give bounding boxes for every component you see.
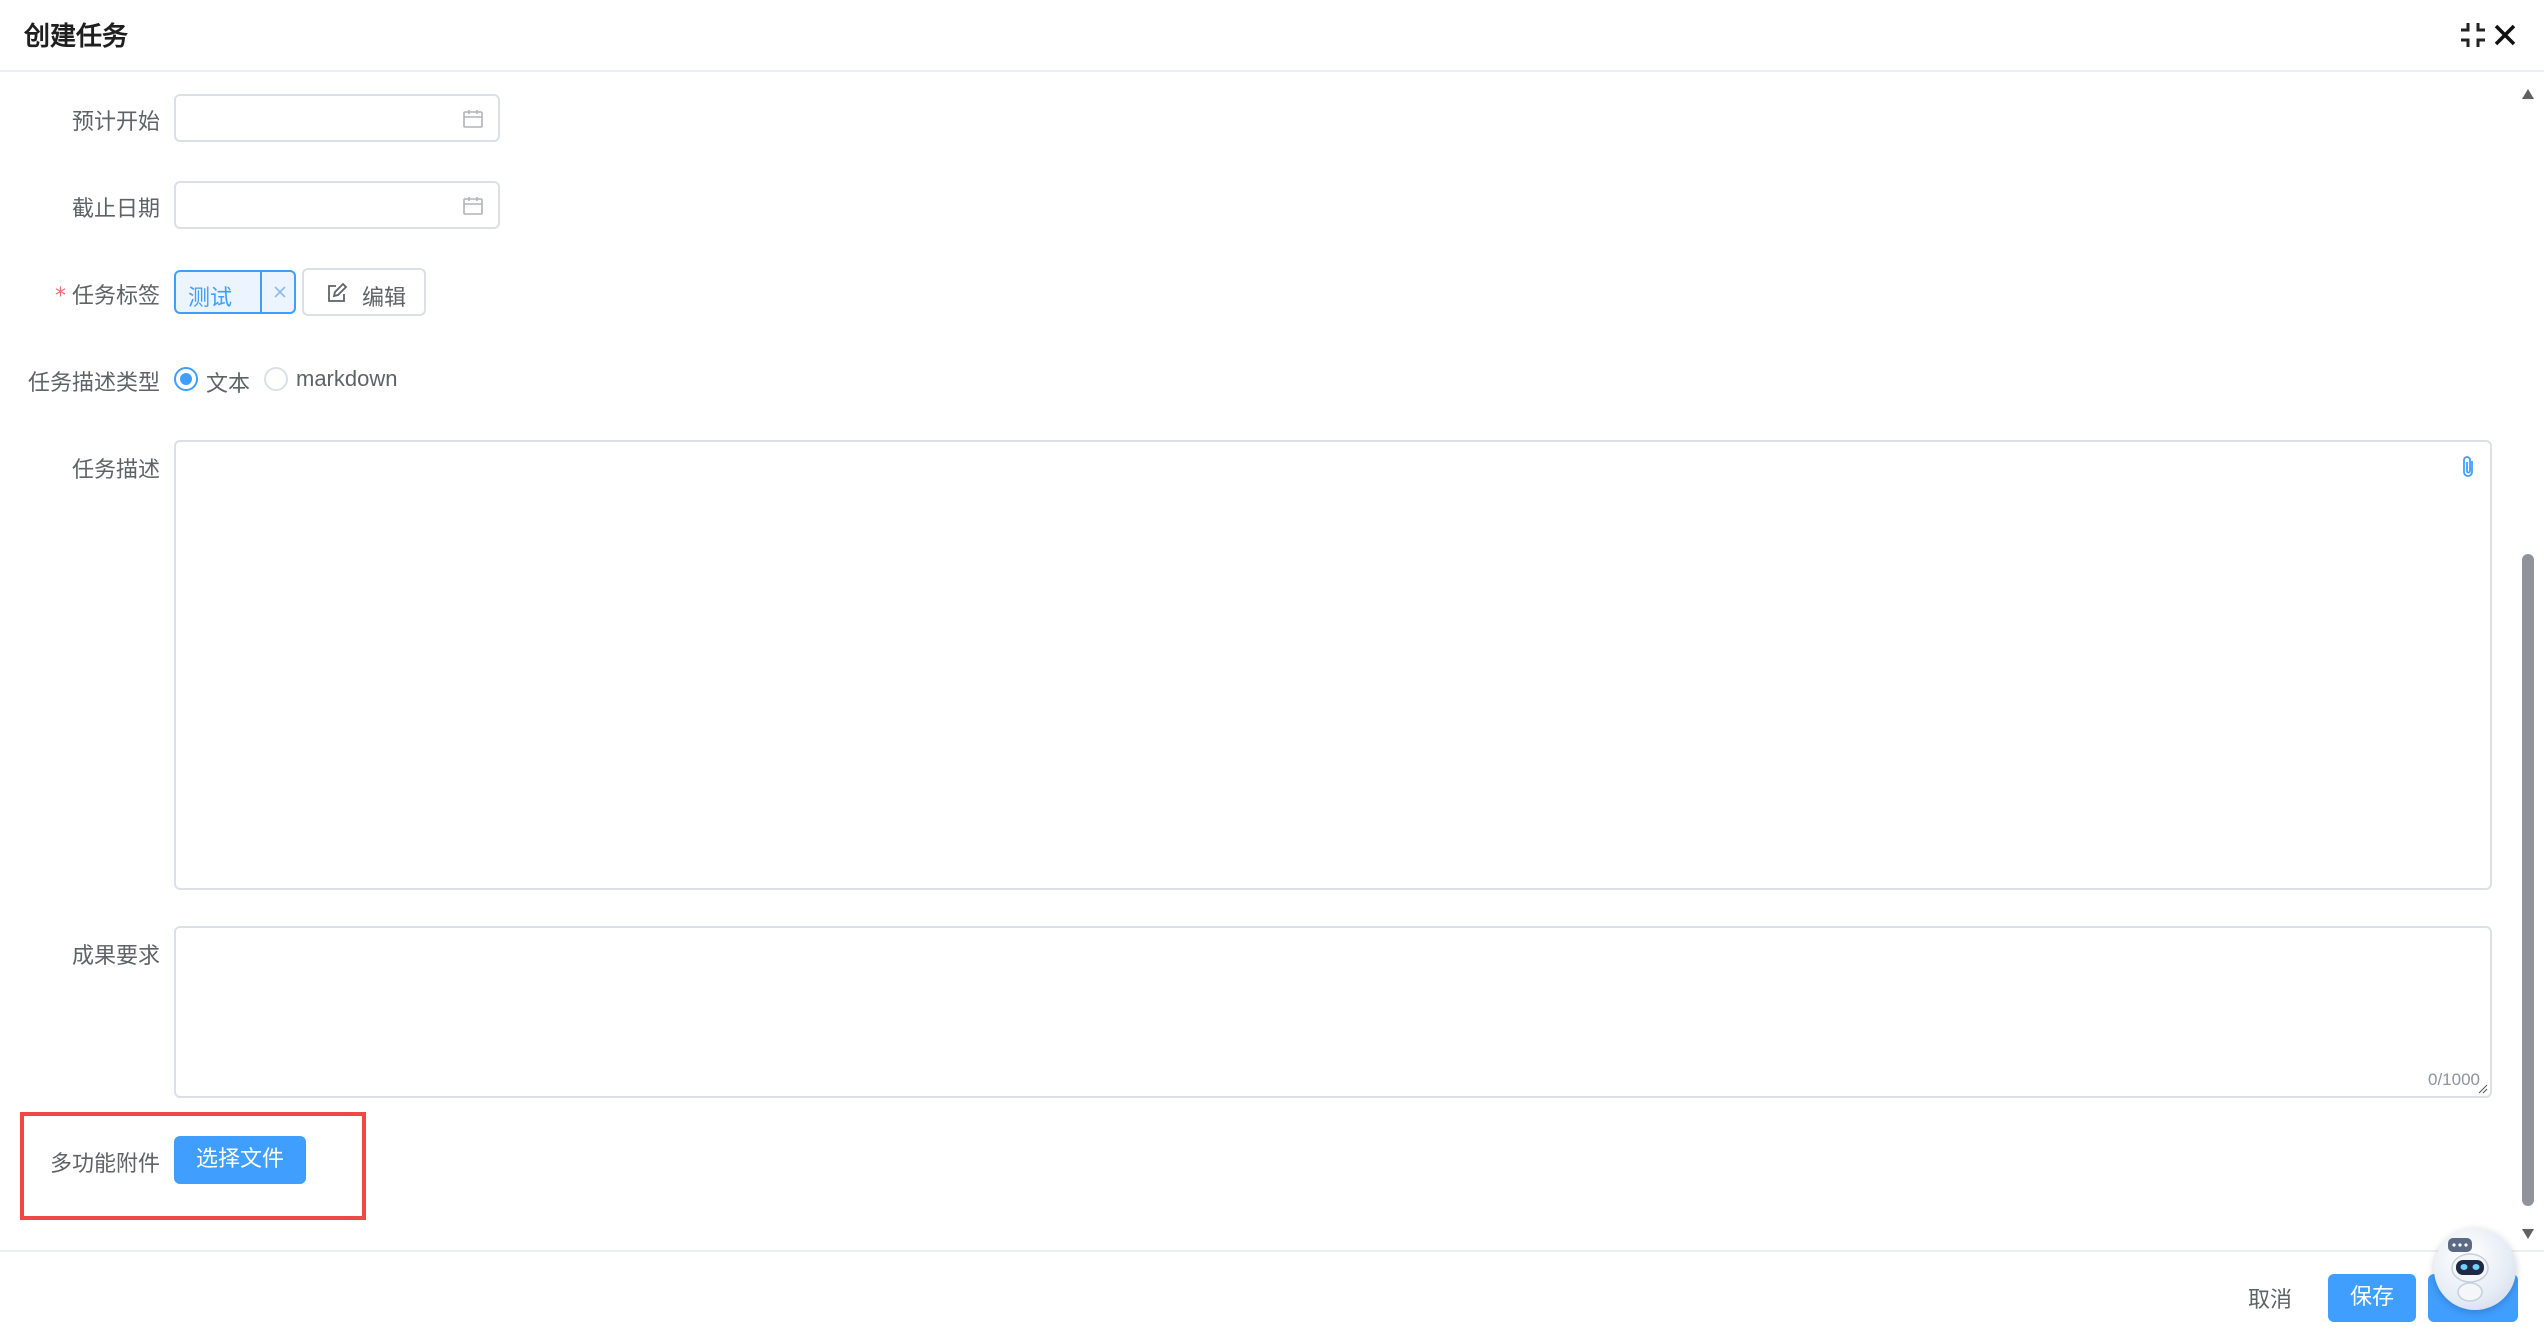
tag-close-icon[interactable] [270, 282, 290, 302]
edit-tags-label: 编辑 [362, 286, 407, 311]
tag-text: 测试 [188, 286, 233, 311]
desc-type-label: 任务描述类型 [27, 371, 160, 396]
task-tags-label: * 任务标签 [0, 278, 160, 310]
task-tags-label-text: 任务标签 [71, 284, 160, 309]
char-counter: 0/1000 [2428, 1070, 2480, 1089]
description-textarea[interactable] [176, 442, 2490, 888]
robot-face-icon [2448, 1238, 2489, 1302]
paperclip-icon[interactable] [2458, 454, 2478, 480]
calendar-icon [463, 110, 483, 128]
radio-markdown[interactable] [264, 367, 288, 391]
compress-icon[interactable] [2458, 20, 2488, 50]
dialog-title: 创建任务 [24, 22, 129, 52]
resize-handle-icon[interactable] [2478, 1084, 2488, 1094]
deadline-label: 截止日期 [71, 197, 160, 222]
calendar-icon [463, 197, 483, 215]
dialog-footer: 取消 保存 [0, 1250, 2544, 1336]
radio-text-label[interactable]: 文本 [206, 366, 250, 398]
radio-text[interactable] [174, 367, 198, 391]
planned-start-input[interactable] [174, 94, 500, 142]
deadline-input[interactable] [174, 181, 500, 229]
description-editor[interactable] [174, 440, 2492, 890]
scrollbar-thumb[interactable] [2522, 554, 2534, 1206]
result-requirement-textarea[interactable] [176, 928, 2490, 1096]
save-button[interactable]: 保存 [2328, 1274, 2416, 1322]
robot-assistant-icon[interactable] [2434, 1228, 2516, 1310]
dialog-header: 创建任务 [0, 0, 2544, 72]
close-icon[interactable] [2490, 20, 2520, 50]
attachment-label: 多功能附件 [49, 1152, 160, 1177]
edit-tags-button[interactable]: 编辑 [302, 268, 426, 316]
edit-icon [328, 282, 348, 302]
tag-separator [260, 272, 262, 312]
required-mark: * [54, 284, 66, 309]
tag-item: 测试 [174, 270, 296, 314]
result-requirement-label: 成果要求 [71, 944, 160, 969]
scroll-up-icon[interactable] [2521, 88, 2535, 100]
deadline-field[interactable] [190, 183, 450, 227]
cancel-button[interactable]: 取消 [2248, 1282, 2292, 1314]
radio-markdown-label[interactable]: markdown [296, 366, 397, 392]
choose-file-button[interactable]: 选择文件 [174, 1136, 306, 1184]
result-requirement-box[interactable]: 0/1000 [174, 926, 2492, 1098]
description-label: 任务描述 [71, 458, 160, 483]
planned-start-field[interactable] [190, 96, 450, 140]
scrollbar[interactable] [2518, 80, 2538, 1240]
scroll-down-icon[interactable] [2521, 1228, 2535, 1240]
planned-start-label: 预计开始 [71, 110, 160, 135]
